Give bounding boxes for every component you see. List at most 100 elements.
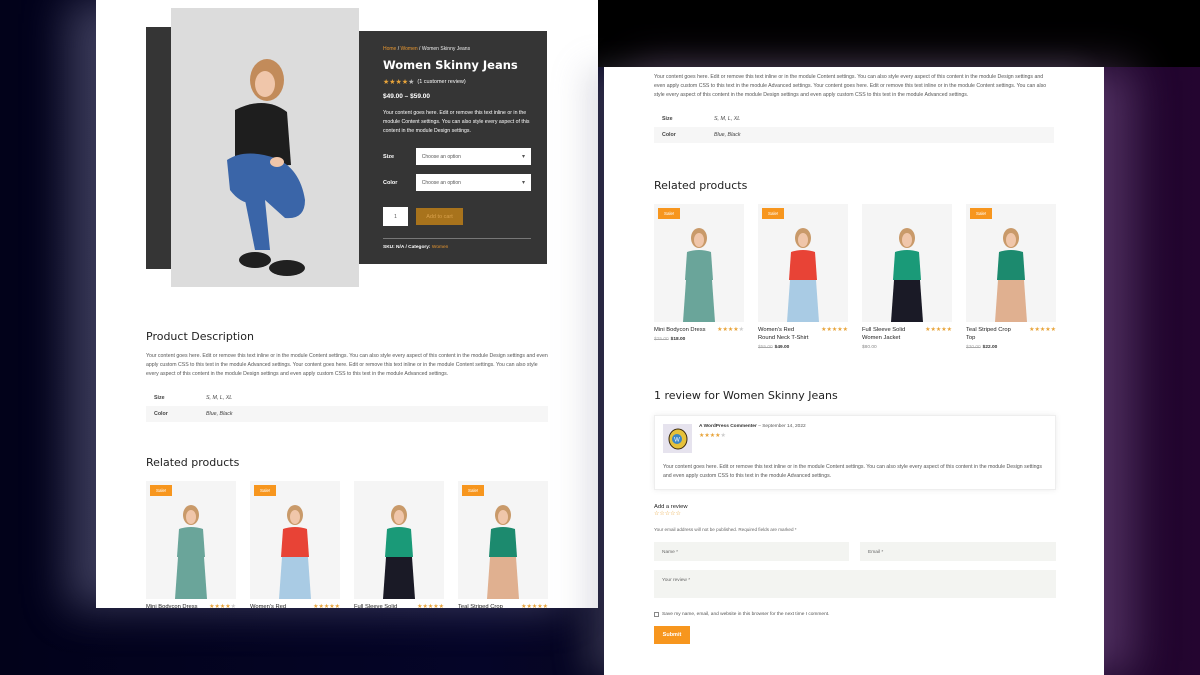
product-image[interactable]: Sale! — [654, 204, 744, 322]
related-section-left: Related products Sale! Mini Bodycon Dress… — [146, 456, 556, 608]
reviews-section: 1 review for Women Skinny Jeans W A Word… — [654, 389, 1056, 645]
reviews-heading: 1 review for Women Skinny Jeans — [654, 389, 838, 402]
model-figure-icon — [227, 59, 305, 276]
svg-text:W: W — [674, 437, 680, 443]
sale-badge: Sale! — [970, 208, 993, 219]
product-name[interactable]: Full Sleeve Solid Women Jacket — [354, 603, 406, 608]
product-image[interactable]: Sale! — [146, 481, 236, 599]
color-select[interactable]: Choose an option ▾ — [415, 174, 531, 191]
variation-size: Size Choose an option ▾ — [383, 148, 531, 165]
product-card[interactable]: Sale! Women's Red Round Neck T-Shirt ★★★★★… — [758, 204, 848, 350]
product-image[interactable]: Sale! — [758, 204, 848, 322]
breadcrumb-women[interactable]: Women — [401, 46, 418, 52]
product-name[interactable]: Teal Striped Crop Top — [458, 603, 510, 608]
breadcrumb-home[interactable]: Home — [383, 46, 396, 52]
product-card[interactable]: Sale!Teal Striped Crop Top★★★★★$30.00$22… — [458, 481, 548, 608]
product-price: $25.00 $18.00 — [654, 337, 744, 342]
model-figure-icon — [995, 228, 1027, 322]
product-image[interactable] — [354, 481, 444, 599]
save-info-label: Save my name, email, and website in this… — [662, 612, 830, 618]
product-image[interactable]: Sale! — [966, 204, 1056, 322]
review-text: Your content goes here. Edit or remove t… — [663, 464, 1043, 480]
chevron-down-icon: ▾ — [521, 180, 525, 186]
save-info-row: Save my name, email, and website in this… — [654, 612, 1056, 618]
product-page-bottom: Your content goes here. Edit or remove t… — [604, 67, 1104, 675]
product-card[interactable]: Sale! Women's Red Round Neck T-Shirt ★★★★★… — [250, 481, 340, 608]
related-heading: Related products — [654, 179, 748, 192]
variation-color: Color Choose an option ▾ — [383, 174, 531, 191]
attributes-table: Size S, M, L, XL Color Blue, Black — [654, 110, 1054, 143]
product-main-image[interactable] — [171, 8, 359, 287]
product-card[interactable]: Sale! Mini Bodycon Dress ★★★★★ $25.00$18.00 — [654, 204, 744, 350]
star-rating-icon: ★★★★★ — [313, 604, 340, 608]
attr-value: S, M, L, XL — [198, 389, 548, 406]
name-field[interactable]: Name * — [654, 542, 849, 562]
size-select[interactable]: Choose an option ▾ — [415, 148, 531, 165]
save-info-checkbox[interactable] — [654, 612, 659, 618]
product-card[interactable]: Full Sleeve Solid Women Jacket★★★★★$80.0… — [354, 481, 444, 608]
product-name[interactable]: Mini Bodycon Dress — [146, 603, 198, 608]
product-card[interactable]: Full Sleeve Solid Women Jacket★★★★★$80.0… — [862, 204, 952, 350]
product-name[interactable]: Teal Striped Crop Top — [966, 326, 1018, 342]
product-name[interactable]: Mini Bodycon Dress — [654, 326, 706, 334]
related-heading: Related products — [146, 456, 240, 469]
star-rating-icon: ★★★★★ — [383, 79, 415, 86]
form-note: Your email address will not be published… — [654, 527, 797, 533]
chevron-down-icon: ▾ — [521, 154, 525, 160]
sku-label: SKU: N/A / Category: — [383, 245, 431, 250]
product-name[interactable]: Full Sleeve Solid Women Jacket — [862, 326, 914, 342]
size-label: Size — [383, 153, 395, 160]
product-rating: ★★★★★ (1 customer review) — [383, 78, 531, 86]
attr-name: Size — [146, 389, 198, 406]
description-heading: Product Description — [146, 330, 254, 343]
review-meta: A WordPress Commenter – September 14, 20… — [699, 424, 806, 429]
rating-input-stars-icon[interactable]: ☆☆☆☆☆ — [654, 510, 1056, 517]
product-image[interactable]: Sale! — [458, 481, 548, 599]
star-rating-icon: ★★★★★ — [717, 327, 744, 333]
cart-row: 1 Add to cart — [383, 207, 531, 226]
sale-badge: Sale! — [254, 485, 277, 496]
price: $80.00 — [862, 345, 877, 350]
description-section: Product Description Your content goes he… — [146, 330, 548, 422]
model-figure-icon — [891, 228, 923, 322]
category-link[interactable]: Women — [432, 245, 448, 250]
background-overlay — [598, 0, 1200, 67]
related-products-left: Sale!Mini Bodycon Dress★★★★★$25.00$18.00… — [146, 481, 556, 608]
attr-name: Color — [654, 126, 706, 143]
product-image[interactable] — [862, 204, 952, 322]
table-row: Size S, M, L, XL — [654, 110, 1054, 127]
old-price: $30.00 — [966, 345, 981, 350]
product-image[interactable]: Sale! — [250, 481, 340, 599]
add-to-cart-button[interactable]: Add to cart — [416, 208, 463, 225]
attr-name: Size — [654, 110, 706, 127]
submit-button[interactable]: Submit — [654, 626, 690, 645]
attr-value: Blue, Black — [198, 405, 548, 422]
size-select-value: Choose an option — [421, 153, 461, 160]
attr-value: S, M, L, XL — [706, 110, 1054, 127]
color-select-value: Choose an option — [421, 179, 461, 186]
review-link[interactable]: (1 customer review) — [417, 79, 465, 85]
product-price: $80.00 — [862, 345, 952, 350]
email-field[interactable]: Email * — [860, 542, 1056, 562]
product-name[interactable]: Women's Red Round Neck T-Shirt — [758, 326, 810, 342]
attr-name: Color — [146, 405, 198, 422]
product-name[interactable]: Women's Red Round Neck T-Shirt — [250, 603, 302, 608]
quantity-input[interactable]: 1 — [383, 207, 408, 226]
product-page-top: Home / Women / Women Skinny Jeans Women … — [96, 0, 598, 608]
product-meta: SKU: N/A / Category: Women — [383, 238, 531, 250]
table-row: Color Blue, Black — [654, 126, 1054, 143]
product-price: $55.00 $49.00 — [758, 345, 848, 350]
description-text: Your content goes here. Edit or remove t… — [654, 74, 1047, 99]
sale-badge: Sale! — [762, 208, 785, 219]
model-figure-icon — [487, 505, 519, 599]
product-card[interactable]: Sale!Mini Bodycon Dress★★★★★$25.00$18.00 — [146, 481, 236, 608]
avatar: W — [663, 424, 692, 453]
star-rating-icon: ★★★★★ — [699, 433, 726, 439]
short-description: Your content goes here. Edit or remove t… — [383, 110, 530, 134]
product-card[interactable]: Sale!Teal Striped Crop Top★★★★★$30.00$22… — [966, 204, 1056, 350]
breadcrumb: Home / Women / Women Skinny Jeans — [383, 46, 471, 52]
product-price: $30.00 $22.00 — [966, 345, 1056, 350]
review-textarea[interactable]: Your review * — [654, 570, 1056, 599]
review-date: September 14, 2022 — [762, 424, 806, 429]
sale-badge: Sale! — [658, 208, 681, 219]
